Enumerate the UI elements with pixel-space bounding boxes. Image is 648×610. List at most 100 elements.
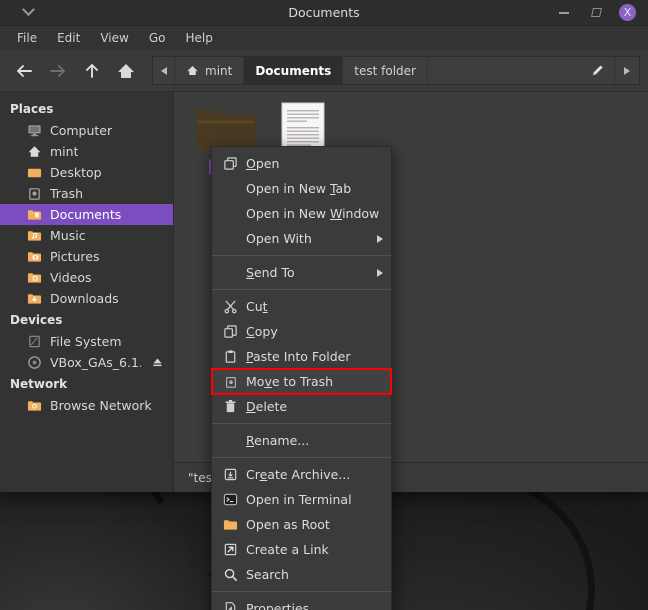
context-menu-item-rename[interactable]: Rename... (212, 428, 391, 453)
status-text: "tes (188, 470, 212, 485)
breadcrumb-label: mint (205, 63, 233, 78)
context-menu-item-label: Open in Terminal (246, 492, 352, 507)
path-bar: mint Documents test folder (152, 56, 640, 85)
sidebar-item-label: Music (50, 228, 86, 243)
breadcrumb-label: Documents (255, 63, 332, 78)
context-menu-item-open-in-new-tab[interactable]: Open in New Tab (212, 176, 391, 201)
sidebar-item-label: VBox_GAs_6.1.36 (50, 355, 141, 370)
context-menu-item-delete[interactable]: Delete (212, 394, 391, 419)
menu-go[interactable]: Go (140, 28, 175, 48)
context-menu-item-open-in-terminal[interactable]: Open in Terminal (212, 487, 391, 512)
context-menu-item-copy[interactable]: Copy (212, 319, 391, 344)
title-bar: Documents X (0, 0, 648, 26)
menu-edit[interactable]: Edit (48, 28, 89, 48)
up-button[interactable] (76, 56, 108, 86)
context-menu-item-search[interactable]: Search (212, 562, 391, 587)
maximize-button[interactable] (587, 4, 605, 22)
menu-separator (212, 289, 391, 290)
context-menu-item-label: Move to Trash (246, 374, 334, 389)
sidebar-item-label: Downloads (50, 291, 119, 306)
computer-icon (26, 123, 42, 139)
menu-view[interactable]: View (91, 28, 137, 48)
properties-icon (222, 601, 239, 610)
context-menu-item-send-to[interactable]: Send To (212, 260, 391, 285)
sidebar-item-mint[interactable]: mint (0, 141, 173, 162)
videos-folder-icon (26, 270, 42, 286)
context-menu-item-create-archive[interactable]: Create Archive... (212, 462, 391, 487)
context-menu-item-move-to-trash[interactable]: Move to Trash (211, 368, 392, 395)
context-menu-item-label: Open as Root (246, 517, 330, 532)
sidebar-item-computer[interactable]: Computer (0, 120, 173, 141)
context-menu-item-open[interactable]: Open (212, 151, 391, 176)
sidebar-item-trash[interactable]: Trash (0, 183, 173, 204)
close-button[interactable]: X (619, 4, 636, 21)
window-menu-button[interactable] (0, 3, 56, 17)
pathbar-prev-button[interactable] (153, 57, 175, 84)
trash-can-icon (222, 399, 239, 414)
home-button[interactable] (110, 56, 142, 86)
context-menu-item-label: Properties... (246, 601, 322, 610)
back-arrow-icon (17, 64, 32, 77)
desktop-folder-icon (26, 165, 42, 181)
sidebar-item-file-system[interactable]: File System (0, 331, 173, 352)
context-menu-item-cut[interactable]: Cut (212, 294, 391, 319)
menu-separator (212, 457, 391, 458)
menu-separator (212, 423, 391, 424)
context-menu-item-properties[interactable]: Properties... (212, 596, 391, 610)
sidebar-item-downloads[interactable]: Downloads (0, 288, 173, 309)
forward-arrow-icon (50, 64, 65, 77)
menu-bar: File Edit View Go Help (0, 26, 648, 50)
context-menu-item-label: Search (246, 567, 289, 582)
pathbar-next-button[interactable] (615, 57, 639, 84)
up-arrow-icon (86, 63, 98, 78)
link-icon (222, 542, 239, 557)
context-menu-item-label: Rename... (246, 433, 310, 448)
search-icon (222, 567, 239, 582)
home-icon (187, 65, 198, 76)
sidebar-item-vbox-gas[interactable]: VBox_GAs_6.1.36 (0, 352, 173, 373)
forward-button[interactable] (42, 56, 74, 86)
minimize-button[interactable] (555, 4, 573, 22)
menu-file[interactable]: File (8, 28, 46, 48)
context-menu-item-label: Delete (246, 399, 288, 414)
sidebar-item-music[interactable]: Music (0, 225, 173, 246)
chevron-down-icon (21, 3, 35, 17)
sidebar-item-browse-network[interactable]: Browse Network (0, 395, 173, 416)
sidebar-item-videos[interactable]: Videos (0, 267, 173, 288)
context-menu-item-label: Open in New Window (246, 206, 380, 221)
context-menu-item-label: Cut (246, 299, 268, 314)
context-menu-item-create-a-link[interactable]: Create a Link (212, 537, 391, 562)
clipboard-icon (222, 349, 239, 364)
sidebar-section-places: Places (10, 102, 54, 116)
context-menu-item-paste-into-folder[interactable]: Paste Into Folder (212, 344, 391, 369)
menu-help[interactable]: Help (176, 28, 221, 48)
triangle-right-icon (624, 66, 630, 75)
context-menu-item-label: Open With (246, 231, 312, 246)
documents-folder-icon (26, 207, 42, 223)
close-icon: X (623, 6, 632, 19)
sidebar-section-network: Network (10, 377, 68, 391)
sidebar-section-devices: Devices (10, 313, 63, 327)
context-menu: Open Open in New Tab Open in New Window … (211, 146, 392, 610)
sidebar-item-label: Computer (50, 123, 113, 138)
context-menu-item-open-with[interactable]: Open With (212, 226, 391, 251)
sidebar-item-pictures[interactable]: Pictures (0, 246, 173, 267)
menu-separator (212, 591, 391, 592)
context-menu-item-open-in-new-window[interactable]: Open in New Window (212, 201, 391, 226)
breadcrumb-test-folder[interactable]: test folder (343, 57, 428, 84)
pathbar-empty-area[interactable] (428, 57, 615, 84)
trash-small-icon (222, 375, 239, 389)
breadcrumb-mint[interactable]: mint (175, 57, 245, 84)
eject-icon[interactable] (149, 355, 165, 371)
sidebar-item-documents[interactable]: Documents (0, 204, 173, 225)
back-button[interactable] (8, 56, 40, 86)
context-menu-item-label: Open (246, 156, 280, 171)
downloads-folder-icon (26, 291, 42, 307)
context-menu-item-open-as-root[interactable]: Open as Root (212, 512, 391, 537)
home-icon (26, 144, 42, 160)
context-menu-item-label: Open in New Tab (246, 181, 352, 196)
triangle-left-icon (160, 66, 167, 75)
breadcrumb-documents[interactable]: Documents (244, 57, 344, 84)
maximize-icon (590, 8, 602, 17)
sidebar-item-desktop[interactable]: Desktop (0, 162, 173, 183)
